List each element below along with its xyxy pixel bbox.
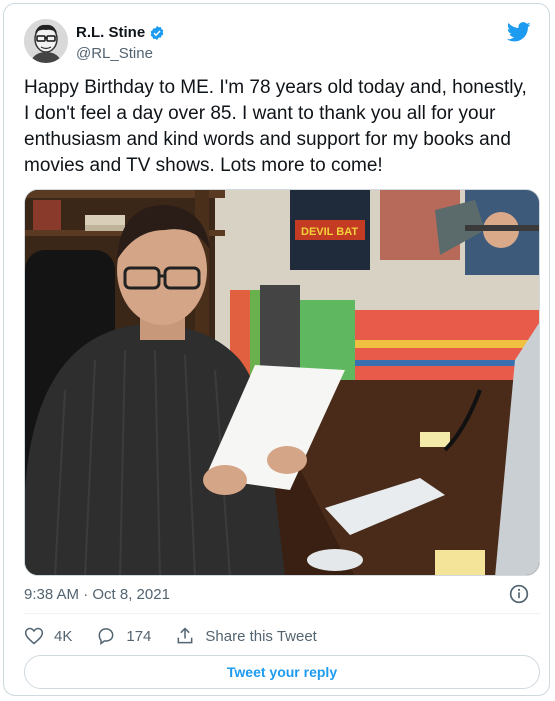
author-name-row[interactable]: R.L. Stine	[76, 24, 165, 41]
info-icon[interactable]	[509, 584, 529, 604]
divider	[24, 613, 540, 614]
like-count: 4K	[54, 627, 73, 645]
tweet-timestamp[interactable]: 9:38 AM · Oct 8, 2021	[24, 586, 170, 603]
tweet-your-reply-button[interactable]: Tweet your reply	[24, 655, 540, 689]
heart-icon	[24, 627, 44, 645]
share-label: Share this Tweet	[205, 627, 317, 645]
tweet-text: Happy Birthday to ME. I'm 78 years old t…	[24, 77, 527, 176]
tweet-photo[interactable]: DEVIL BAT	[24, 189, 540, 576]
author-handle[interactable]: @RL_Stine	[76, 45, 153, 62]
reply-count: 174	[126, 627, 152, 645]
author-avatar[interactable]	[24, 19, 68, 63]
tweet-card: R.L. Stine @RL_Stine Happy Birthday to M…	[3, 3, 550, 696]
author-display-name[interactable]: R.L. Stine	[76, 24, 145, 41]
like-button[interactable]: 4K	[24, 626, 72, 646]
poster-title: DEVIL BAT	[301, 226, 358, 238]
share-button[interactable]: Share this Tweet	[175, 626, 317, 646]
verified-badge-icon	[150, 25, 164, 40]
share-icon	[177, 627, 193, 644]
twitter-bird-icon[interactable]	[507, 22, 531, 42]
reply-bubble-icon	[98, 628, 114, 645]
reply-button[interactable]: 174	[96, 626, 151, 646]
tweet-actions: 4K 174 Share this Tweet	[24, 626, 341, 646]
